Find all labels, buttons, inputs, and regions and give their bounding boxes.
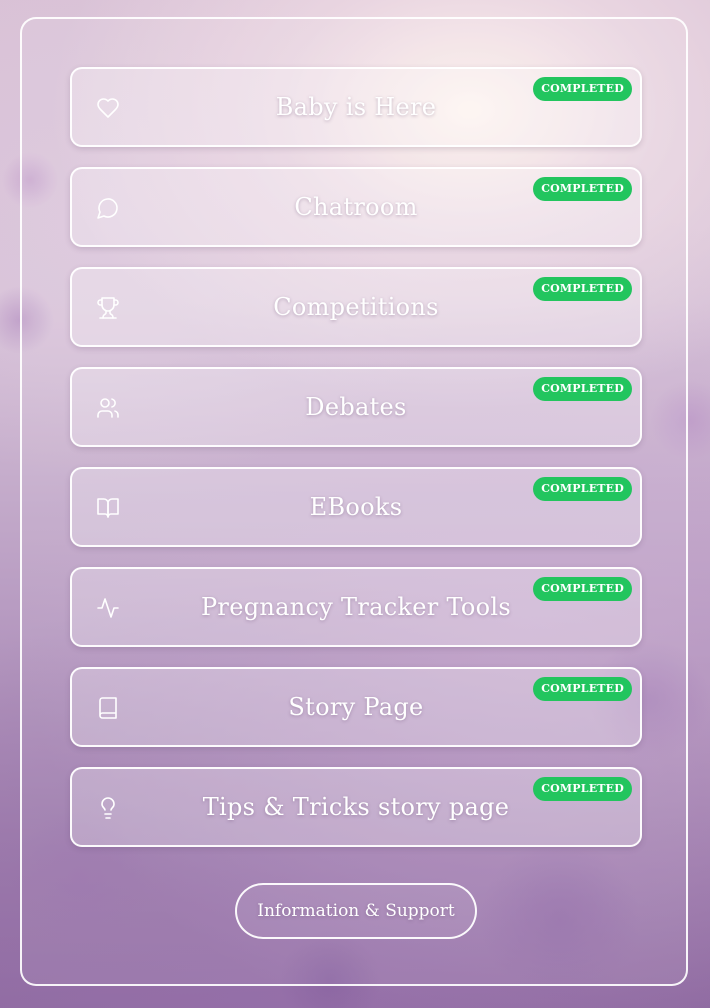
status-badge: COMPLETED — [533, 477, 632, 501]
feature-list: Baby is Here COMPLETED Chatroom COMPLETE… — [70, 67, 642, 867]
status-badge: COMPLETED — [533, 677, 632, 701]
status-badge: COMPLETED — [533, 77, 632, 101]
feature-card-tips-and-tricks[interactable]: Tips & Tricks story page COMPLETED — [70, 767, 642, 847]
feature-card-debates[interactable]: Debates COMPLETED — [70, 367, 642, 447]
feature-card-ebooks[interactable]: EBooks COMPLETED — [70, 467, 642, 547]
feature-card-story-page[interactable]: Story Page COMPLETED — [70, 667, 642, 747]
status-badge: COMPLETED — [533, 177, 632, 201]
status-badge: COMPLETED — [533, 577, 632, 601]
status-badge: COMPLETED — [533, 777, 632, 801]
status-badge: COMPLETED — [533, 277, 632, 301]
feature-card-competitions[interactable]: Competitions COMPLETED — [70, 267, 642, 347]
feature-card-baby-is-here[interactable]: Baby is Here COMPLETED — [70, 67, 642, 147]
status-badge: COMPLETED — [533, 377, 632, 401]
feature-card-chatroom[interactable]: Chatroom COMPLETED — [70, 167, 642, 247]
information-support-button[interactable]: Information & Support — [235, 883, 477, 939]
feature-card-pregnancy-tracker-tools[interactable]: Pregnancy Tracker Tools COMPLETED — [70, 567, 642, 647]
